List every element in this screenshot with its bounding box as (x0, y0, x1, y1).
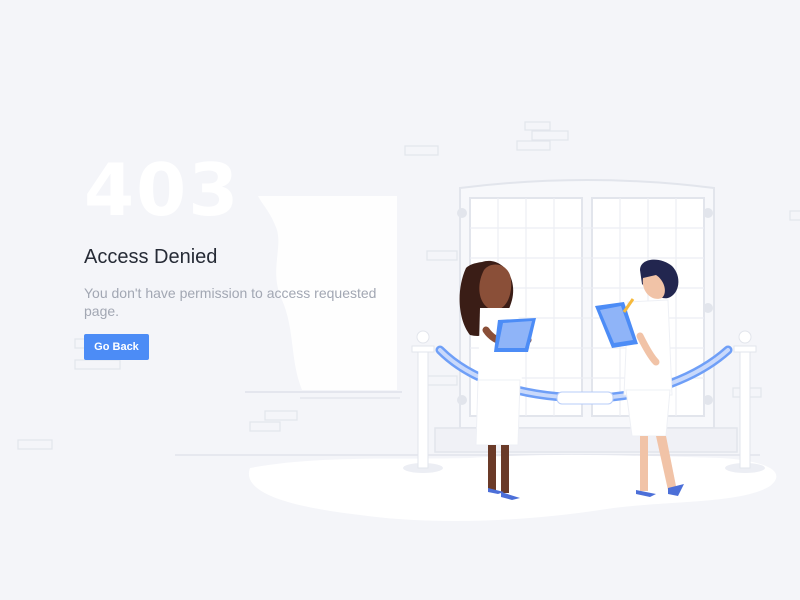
go-back-button[interactable]: Go Back (84, 334, 149, 360)
error-content: 403 Access Denied You don't have permiss… (84, 150, 414, 360)
floor-shadow (248, 454, 777, 522)
page-title: Access Denied (84, 246, 218, 268)
error-code: 403 (84, 148, 241, 232)
error-message: You don't have permission to access requ… (84, 285, 377, 319)
